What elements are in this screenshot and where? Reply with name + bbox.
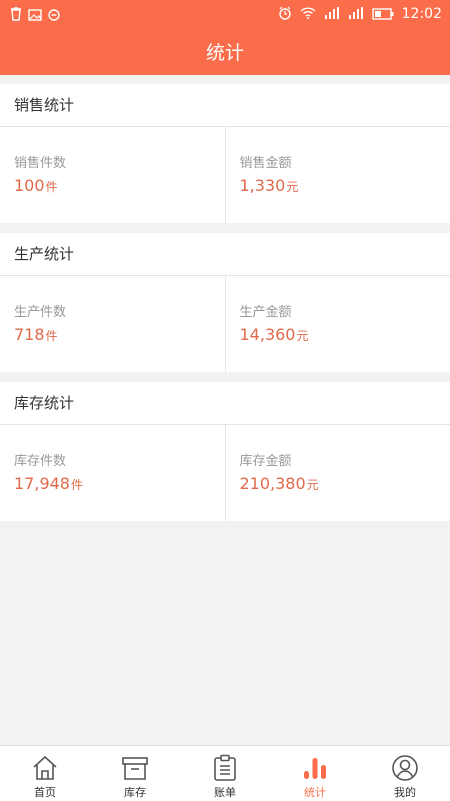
- stat-label: 库存金额: [240, 450, 292, 469]
- bar-chart-icon: [301, 754, 329, 782]
- user-icon: [391, 754, 419, 782]
- minus-circle-icon: [48, 6, 60, 25]
- tab-bills[interactable]: 账单: [180, 746, 270, 801]
- stat-value: 17,948件: [14, 474, 83, 493]
- page-title: 统计: [206, 38, 244, 65]
- status-time: 12:02: [402, 4, 442, 24]
- top-header: 统计: [0, 28, 450, 75]
- tab-inventory[interactable]: 库存: [90, 746, 180, 801]
- section-title: 销售统计: [0, 84, 450, 127]
- stat-cell-sales-amount: 销售金额 1,330元: [226, 127, 450, 223]
- stat-cell-inventory-count: 库存件数 17,948件: [0, 425, 226, 521]
- stat-value: 1,330元: [240, 176, 299, 195]
- clipboard-icon: [211, 754, 239, 782]
- box-icon: [121, 754, 149, 782]
- stat-label: 生产件数: [14, 301, 66, 320]
- tab-label: 统计: [304, 784, 326, 800]
- sales-stats-section: 销售统计 销售件数 100件 销售金额 1,330元: [0, 84, 450, 223]
- battery-icon: [372, 5, 394, 24]
- bottom-tab-bar: 首页 库存 账单 统计 我的: [0, 745, 450, 801]
- stat-cell-production-amount: 生产金额 14,360元: [226, 276, 450, 372]
- stat-cell-production-count: 生产件数 718件: [0, 276, 226, 372]
- image-icon: [28, 6, 42, 25]
- stat-value: 14,360元: [240, 325, 309, 344]
- tab-statistics[interactable]: 统计: [270, 746, 360, 801]
- status-bar: 12:02: [0, 0, 450, 28]
- stat-value: 210,380元: [240, 474, 319, 493]
- tab-label: 账单: [214, 784, 236, 800]
- stat-cell-sales-count: 销售件数 100件: [0, 127, 226, 223]
- tab-label: 首页: [34, 784, 56, 800]
- tab-label: 库存: [124, 784, 146, 800]
- stat-cell-inventory-amount: 库存金额 210,380元: [226, 425, 450, 521]
- signal-icon: [348, 5, 364, 24]
- section-title: 库存统计: [0, 382, 450, 425]
- wifi-icon: [300, 5, 316, 24]
- stat-label: 销售件数: [14, 152, 66, 171]
- signal-icon: [324, 5, 340, 24]
- stats-content: 销售统计 销售件数 100件 销售金额 1,330元 生产统计 生产件数 718…: [0, 75, 450, 521]
- status-system: 12:02: [278, 4, 442, 24]
- trash-icon: [10, 6, 22, 25]
- production-stats-section: 生产统计 生产件数 718件 生产金额 14,360元: [0, 233, 450, 372]
- stat-value: 100件: [14, 176, 58, 195]
- tab-profile[interactable]: 我的: [360, 746, 450, 801]
- alarm-icon: [278, 5, 292, 24]
- stat-label: 库存件数: [14, 450, 66, 469]
- section-title: 生产统计: [0, 233, 450, 276]
- stat-label: 生产金额: [240, 301, 292, 320]
- inventory-stats-section: 库存统计 库存件数 17,948件 库存金额 210,380元: [0, 382, 450, 521]
- stat-value: 718件: [14, 325, 58, 344]
- status-notifications: [10, 6, 60, 25]
- tab-home[interactable]: 首页: [0, 746, 90, 801]
- home-icon: [31, 754, 59, 782]
- tab-label: 我的: [394, 784, 416, 800]
- stat-label: 销售金额: [240, 152, 292, 171]
